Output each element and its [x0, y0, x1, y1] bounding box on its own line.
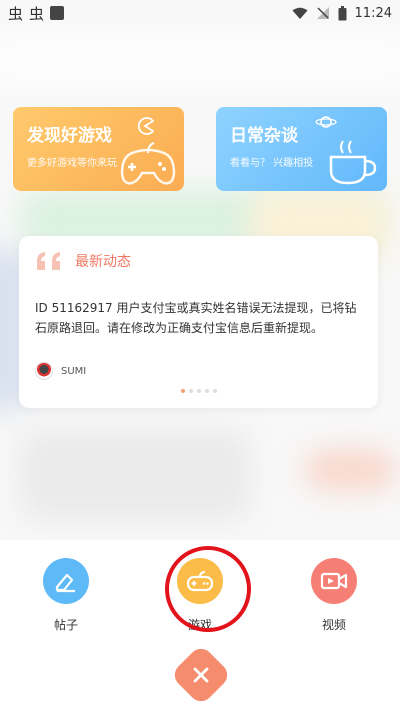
status-time: 11:24: [354, 5, 392, 21]
pager-dot[interactable]: [212, 389, 217, 393]
quote-icon: [37, 252, 60, 270]
discover-games-card[interactable]: 发现好游戏 更多好游戏等你来玩: [13, 107, 184, 191]
planet-icon: [315, 116, 337, 128]
post-button-circle[interactable]: [43, 558, 89, 604]
battery-icon: [338, 5, 347, 20]
news-author[interactable]: SUMI: [35, 362, 86, 380]
video-button[interactable]: 视频: [294, 558, 374, 633]
edit-post-icon: [55, 573, 75, 593]
notification-square-icon: [50, 6, 65, 20]
post-button[interactable]: 帖子: [26, 558, 106, 633]
close-icon: [193, 667, 209, 683]
pager-dot[interactable]: [204, 389, 209, 393]
wifi-icon: [292, 7, 308, 19]
avatar: [35, 362, 53, 380]
highlight-ring: [165, 546, 251, 632]
daily-chat-card[interactable]: 日常杂谈 看看与？ 兴趣相投: [216, 107, 387, 191]
video-camera-icon: [320, 572, 348, 590]
gamepad-icon: [120, 142, 176, 185]
video-label: 视频: [321, 618, 346, 632]
coffee-cup-icon: [329, 140, 377, 185]
pager-dot[interactable]: [188, 389, 193, 393]
pager-dot[interactable]: [180, 389, 185, 393]
news-username: SUMI: [61, 365, 87, 377]
status-bar: 虫 虫 11:24: [0, 0, 400, 26]
latest-news-card[interactable]: 最新动态 ID 51162917 用户支付宝或真实姓名错误无法提现，已将钻石原路…: [19, 236, 378, 408]
video-button-circle[interactable]: [311, 558, 357, 604]
post-label: 帖子: [53, 618, 78, 632]
bug-icon: 虫: [29, 4, 45, 23]
bug-icon: 虫: [8, 4, 24, 23]
signal-icon: [316, 7, 329, 19]
pager-dot[interactable]: [196, 389, 201, 393]
carousel-pager: [19, 389, 378, 393]
news-body: ID 51162917 用户支付宝或真实姓名错误无法提现，已将钻石原路退回。请在…: [35, 301, 357, 335]
news-title: 最新动态: [75, 254, 131, 270]
pacman-icon: [137, 117, 154, 135]
